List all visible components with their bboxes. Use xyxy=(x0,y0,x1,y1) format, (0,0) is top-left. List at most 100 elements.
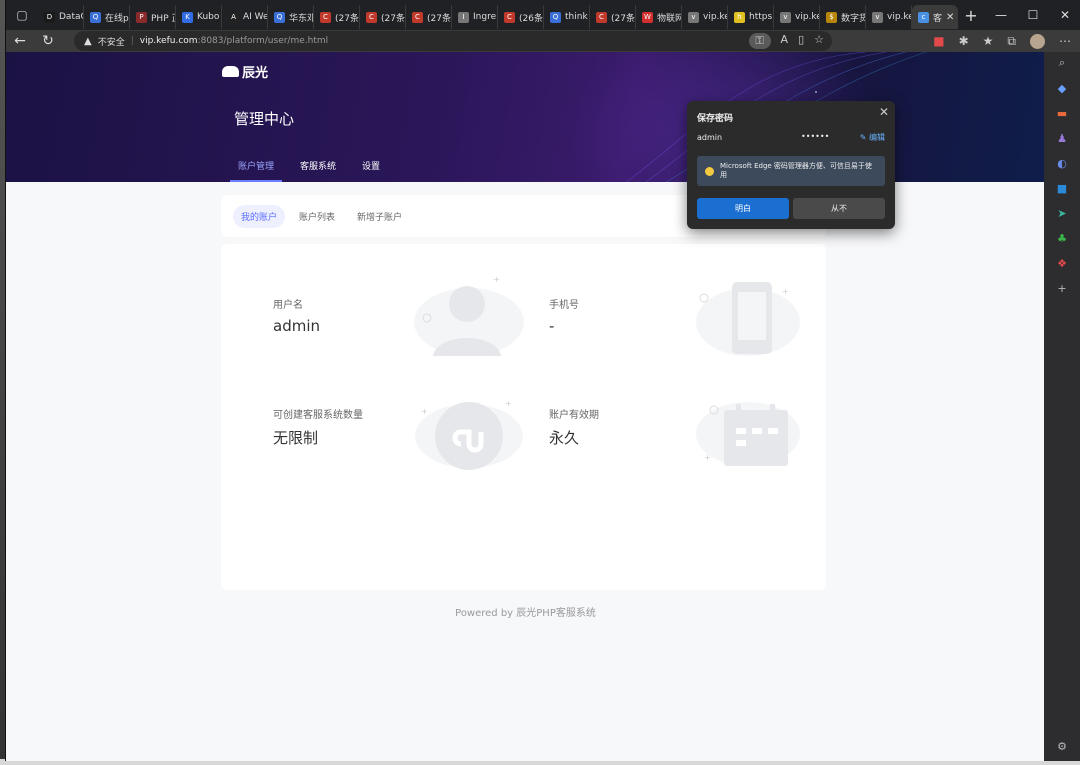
tab-favicon-icon: C xyxy=(596,11,607,23)
url-separator: | xyxy=(130,36,134,46)
url-path: :8083/platform/user/me.html xyxy=(197,36,329,46)
subnav-item[interactable]: 我的账户 xyxy=(233,204,286,228)
shopping-tag-icon[interactable]: ◆ xyxy=(1055,81,1069,95)
new-tab-button[interactable]: + xyxy=(958,0,984,30)
security-label: 不安全 xyxy=(97,37,125,48)
quota-label: 可创建客服系统数量 xyxy=(273,410,363,421)
browser-tab[interactable]: h https: xyxy=(728,5,774,29)
tab-favicon-icon: Q xyxy=(90,11,101,23)
tree-icon[interactable]: ♣ xyxy=(1055,231,1069,245)
browser-tab[interactable]: Q 华东邓 xyxy=(268,5,314,29)
browser-tab[interactable]: C (26条 xyxy=(498,5,544,29)
browser-tab[interactable]: W 物联网 xyxy=(636,5,682,29)
browser-tab[interactable]: Qthink xyxy=(544,5,590,29)
site-logo[interactable]: 辰光 xyxy=(222,62,268,81)
browser-tab[interactable]: C (27条 xyxy=(360,5,406,29)
miniprogram-illustration-icon: + + xyxy=(415,399,523,470)
add-sidebar-icon[interactable]: + xyxy=(1055,281,1069,295)
extensions-icon[interactable]: ✱ xyxy=(959,34,969,48)
subnav-item[interactable]: 新增子账户 xyxy=(349,205,410,228)
tab-label: 华东邓 xyxy=(289,13,314,24)
search-icon[interactable]: ⌕ xyxy=(1055,56,1069,70)
copilot-icon[interactable]: ◐ xyxy=(1055,156,1069,170)
svg-text:+: + xyxy=(493,275,500,284)
browser-toolbar: ← ↻ ▲ 不安全 | vip.kefu.com:8083/platform/u… xyxy=(6,30,1080,52)
browser-tab[interactable]: v vip.ke xyxy=(866,5,912,29)
minimize-button[interactable]: — xyxy=(985,0,1017,30)
browser-tab[interactable]: C (27条 xyxy=(590,5,636,29)
toolbar-extensions: ■ ✱ ★ ⧉ ⋯ xyxy=(933,30,1071,52)
tab-label: 数字货 xyxy=(841,13,866,24)
browser-tab[interactable]: v vip.ke xyxy=(774,5,820,29)
popup-edit-button[interactable]: ✎ 编辑 xyxy=(860,132,885,143)
main-nav: 账户管理 客服系统 设置 xyxy=(228,159,396,182)
popup-ok-button[interactable]: 明白 xyxy=(697,198,789,219)
tools-icon[interactable]: ▬ xyxy=(1055,106,1069,120)
tab-favicon-icon: C xyxy=(504,11,515,23)
nav-item[interactable]: 设置 xyxy=(352,159,390,182)
send-icon[interactable]: ➤ xyxy=(1055,206,1069,220)
back-button[interactable]: ← xyxy=(6,30,34,52)
people-icon[interactable]: ♟ xyxy=(1055,131,1069,145)
apps-icon[interactable]: ❖ xyxy=(1055,256,1069,270)
subnav-item[interactable]: 账户列表 xyxy=(291,205,343,228)
tab-close-icon[interactable]: ✕ xyxy=(946,12,954,23)
more-menu-icon[interactable]: ⋯ xyxy=(1059,34,1071,48)
svg-text:+: + xyxy=(782,287,789,296)
tab-favicon-icon: C xyxy=(412,11,423,23)
close-window-button[interactable]: ✕ xyxy=(1049,0,1080,30)
tab-label: 在线p xyxy=(105,13,129,24)
browser-tab[interactable]: v vip.ke xyxy=(682,5,728,29)
window-controls: — ☐ ✕ xyxy=(985,0,1080,30)
tab-favicon-icon: $ xyxy=(826,11,837,23)
browser-tab[interactable]: c 客 ✕ xyxy=(912,5,958,29)
browser-tab[interactable]: K Kubo xyxy=(176,5,222,29)
back-arrow-icon: ← xyxy=(14,33,26,49)
tab-label: Kubo xyxy=(197,12,220,22)
tab-favicon-icon: c xyxy=(918,11,929,23)
tab-label: (27条 xyxy=(335,13,359,24)
gear-icon[interactable]: ⚙ xyxy=(1055,739,1069,753)
tab-label: vip.ke xyxy=(703,12,728,22)
avatar[interactable] xyxy=(1030,33,1045,49)
nav-item[interactable]: 客服系统 xyxy=(290,159,346,182)
browser-tab[interactable]: I Ingre xyxy=(452,5,498,29)
tab-favicon-icon: Q xyxy=(550,11,561,23)
username-value: admin xyxy=(273,317,320,335)
nav-item[interactable]: 账户管理 xyxy=(228,159,284,182)
browser-tab[interactable]: P PHP 正 xyxy=(130,5,176,29)
collections-icon[interactable]: ⧉ xyxy=(1007,34,1016,49)
tab-actions-icon: ▢ xyxy=(16,8,28,22)
refresh-button[interactable]: ↻ xyxy=(34,30,62,52)
browser-tab[interactable]: C (27条 xyxy=(406,5,452,29)
browser-tab[interactable]: A AI We xyxy=(222,5,268,29)
tab-favicon-icon: I xyxy=(458,11,469,23)
outlook-icon[interactable]: ■ xyxy=(1055,181,1069,195)
browser-tab[interactable]: $ 数字货 xyxy=(820,5,866,29)
tab-label: DataC xyxy=(59,12,83,22)
add-favorite-icon[interactable]: ☆ xyxy=(814,33,824,49)
browser-tab[interactable]: C (27条 xyxy=(314,5,360,29)
popup-never-button[interactable]: 从不 xyxy=(793,198,885,219)
address-bar[interactable]: ▲ 不安全 | vip.kefu.com:8083/platform/user/… xyxy=(74,31,832,51)
favorites-icon[interactable]: ★ xyxy=(983,34,994,48)
maximize-button[interactable]: ☐ xyxy=(1017,0,1049,30)
tab-strip: D DataC Q 在线p P PHP 正 K Kubo A AI We Q 华东邓 C (27条 C (27… xyxy=(38,1,958,29)
tab-actions-button[interactable]: ▢ xyxy=(6,0,38,30)
reading-view-icon[interactable]: ▯ xyxy=(798,33,804,49)
read-aloud-icon[interactable]: A xyxy=(781,33,789,49)
tab-favicon-icon: C xyxy=(320,11,331,23)
tab-label: 物联网 xyxy=(657,13,682,24)
browser-tab[interactable]: D DataC xyxy=(38,5,84,29)
url-host: vip.kefu.com xyxy=(139,36,198,46)
browser-tab[interactable]: Q 在线p xyxy=(84,5,130,29)
tab-label: (27条 xyxy=(381,13,405,24)
tab-label: https: xyxy=(749,12,774,22)
tab-label: 客 xyxy=(933,13,943,24)
logo-text: 辰光 xyxy=(242,66,269,81)
tab-label: Ingre xyxy=(473,12,497,22)
extension-red-icon[interactable]: ■ xyxy=(933,34,944,48)
popup-close-button[interactable]: ✕ xyxy=(879,105,889,119)
key-icon[interactable]: ⚿ xyxy=(748,33,771,49)
edge-sidebar: ⌕ ◆ ▬ ♟ ◐ ■ ➤ ♣ ❖ + ⚙ xyxy=(1044,52,1080,761)
